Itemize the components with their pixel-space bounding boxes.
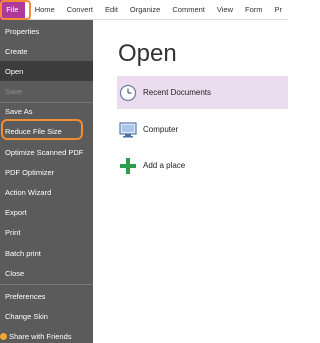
- menu-comment[interactable]: Comment: [166, 0, 211, 20]
- location-label: Recent Documents: [143, 88, 212, 97]
- sidebar-item-batch-print[interactable]: Batch print: [0, 243, 93, 263]
- sidebar-item-close[interactable]: Close: [0, 263, 93, 283]
- sidebar-item-pdf-optimizer[interactable]: PDF Optimizer: [0, 162, 93, 182]
- menu-convert[interactable]: Convert: [61, 0, 99, 20]
- sidebar-item-save: Save: [5, 86, 23, 96]
- menu-protect[interactable]: Pr: [269, 0, 289, 20]
- page-title: Open: [118, 40, 177, 67]
- sidebar-item-print[interactable]: Print: [0, 222, 93, 242]
- open-panel: Open Recent Documents Computer Add a pla…: [93, 20, 288, 343]
- sidebar-item-save-as[interactable]: Save As: [0, 101, 93, 121]
- sidebar-item-preferences[interactable]: Preferences: [0, 286, 93, 306]
- menu-organize[interactable]: Organize: [124, 0, 166, 20]
- location-add-a-place[interactable]: Add a place: [117, 149, 288, 182]
- file-sidebar: Properties Create Open Save Save As Redu…: [0, 20, 93, 343]
- plus-icon: [117, 157, 139, 175]
- location-label: Computer: [143, 125, 179, 134]
- sidebar-item-create[interactable]: Create: [0, 41, 93, 61]
- computer-icon: [117, 121, 139, 139]
- clock-icon: [117, 84, 139, 102]
- location-label: Add a place: [143, 161, 186, 170]
- sidebar-item-optimize-scanned-pdf[interactable]: Optimize Scanned PDF: [0, 142, 93, 162]
- sidebar-item-share-label: Share with Friends: [9, 331, 72, 341]
- share-icon: [0, 332, 7, 340]
- sidebar-divider: [0, 284, 93, 285]
- sidebar-item-action-wizard[interactable]: Action Wizard: [0, 182, 93, 202]
- menu-bar: File Home Convert Edit Organize Comment …: [0, 0, 288, 20]
- sidebar-item-export[interactable]: Export: [0, 202, 93, 222]
- menu-edit[interactable]: Edit: [99, 0, 124, 20]
- menu-view[interactable]: View: [211, 0, 239, 20]
- menu-form[interactable]: Form: [239, 0, 269, 20]
- sidebar-item-share-with-friends[interactable]: Share with Friends: [0, 326, 93, 343]
- sidebar-item-change-skin[interactable]: Change Skin: [0, 306, 93, 326]
- location-computer[interactable]: Computer: [117, 113, 288, 146]
- sidebar-item-open[interactable]: Open: [0, 61, 93, 81]
- sidebar-item-reduce-file-size[interactable]: Reduce File Size: [0, 121, 93, 141]
- menu-home[interactable]: Home: [29, 0, 61, 20]
- location-recent-documents[interactable]: Recent Documents: [117, 76, 288, 109]
- sidebar-item-properties[interactable]: Properties: [0, 21, 93, 41]
- menu-file[interactable]: File: [0, 0, 25, 20]
